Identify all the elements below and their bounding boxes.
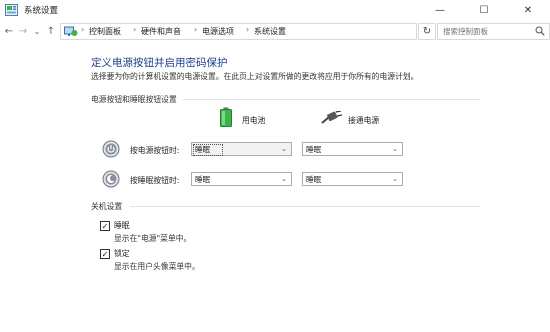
selected-value: 睡眠 [195, 145, 211, 154]
selected-value: 睡眠 [195, 175, 211, 184]
breadcrumb-power-options[interactable]: 电源选项 [202, 26, 234, 37]
sleep-button-label: 按睡眠按钮时: [130, 176, 180, 185]
system-settings-icon [5, 4, 18, 16]
sleep-button-battery-select[interactable]: 睡眠 ⌄ [191, 172, 292, 186]
sleep-checkbox[interactable]: ✓ [100, 221, 110, 231]
recent-locations-button[interactable]: ⌄ [30, 22, 44, 41]
window-title: 系统设置 [24, 6, 59, 16]
search-icon[interactable] [535, 26, 545, 36]
chevron-down-icon: ⌄ [392, 145, 398, 153]
page-description: 选择要为你的计算机设置的电源设置。在此页上对设置所做的更改将应用于你所有的电源计… [91, 72, 419, 81]
control-panel-icon [64, 26, 78, 36]
breadcrumb-separator: › [194, 25, 198, 34]
lock-checkbox[interactable]: ✓ [100, 249, 110, 259]
breadcrumb-separator: › [81, 25, 85, 34]
sleep-button-plugged-select[interactable]: 睡眠 ⌄ [302, 172, 403, 186]
chevron-down-icon: ⌄ [392, 175, 398, 183]
section-divider [183, 99, 480, 100]
breadcrumb-control-panel[interactable]: 控制面板 [89, 26, 121, 37]
breadcrumb-separator: › [133, 25, 137, 34]
column-plugged-in-label: 接通电源 [348, 116, 380, 125]
page-title: 定义电源按钮并启用密码保护 [91, 57, 228, 69]
section-divider [130, 206, 480, 207]
power-button-battery-select[interactable]: 睡眠 ⌄ [191, 142, 292, 156]
maximize-button[interactable]: ☐ [462, 0, 506, 22]
selected-value: 睡眠 [306, 175, 322, 184]
lock-checkbox-label[interactable]: 锁定 [114, 248, 130, 259]
power-button-icon [102, 140, 120, 158]
section-title-shutdown: 关机设置 [91, 202, 123, 211]
up-button[interactable]: ↑ [44, 22, 58, 41]
sleep-checkbox-description: 显示在"电源"菜单中。 [114, 234, 192, 243]
refresh-button[interactable]: ↻ [418, 23, 436, 40]
power-button-plugged-select[interactable]: 睡眠 ⌄ [302, 142, 403, 156]
chevron-down-icon: ⌄ [281, 175, 287, 183]
back-button[interactable]: ← [2, 22, 16, 41]
title-bar: 系统设置 — ☐ ✕ [0, 0, 550, 22]
lock-checkbox-description: 显示在用户头像菜单中。 [114, 262, 200, 271]
column-battery-label: 用电池 [242, 116, 266, 125]
address-field[interactable]: › 控制面板 › 硬件和声音 › 电源选项 › 系统设置 ⌄ [60, 23, 467, 40]
close-button[interactable]: ✕ [506, 0, 550, 22]
address-toolbar: ← → ⌄ ↑ › 控制面板 › 硬件和声音 › 电源选项 › 系统设置 ⌄ ↻ [0, 22, 550, 41]
search-box [437, 23, 550, 40]
sleep-button-icon [102, 170, 120, 188]
power-plug-icon [321, 111, 343, 124]
breadcrumb-hardware-sound[interactable]: 硬件和声音 [141, 26, 181, 37]
selected-value: 睡眠 [306, 145, 322, 154]
section-title-power-buttons: 电源按钮和睡眠按钮设置 [91, 95, 177, 104]
sleep-checkbox-label[interactable]: 睡眠 [114, 220, 130, 231]
battery-icon [220, 107, 232, 127]
chevron-down-icon: ⌄ [281, 145, 287, 153]
minimize-button[interactable]: — [418, 0, 462, 22]
forward-button[interactable]: → [16, 22, 30, 41]
power-button-label: 按电源按钮时: [130, 146, 180, 155]
breadcrumb-system-settings[interactable]: 系统设置 [254, 26, 286, 37]
breadcrumb-separator: › [246, 25, 250, 34]
search-input[interactable] [438, 24, 535, 39]
